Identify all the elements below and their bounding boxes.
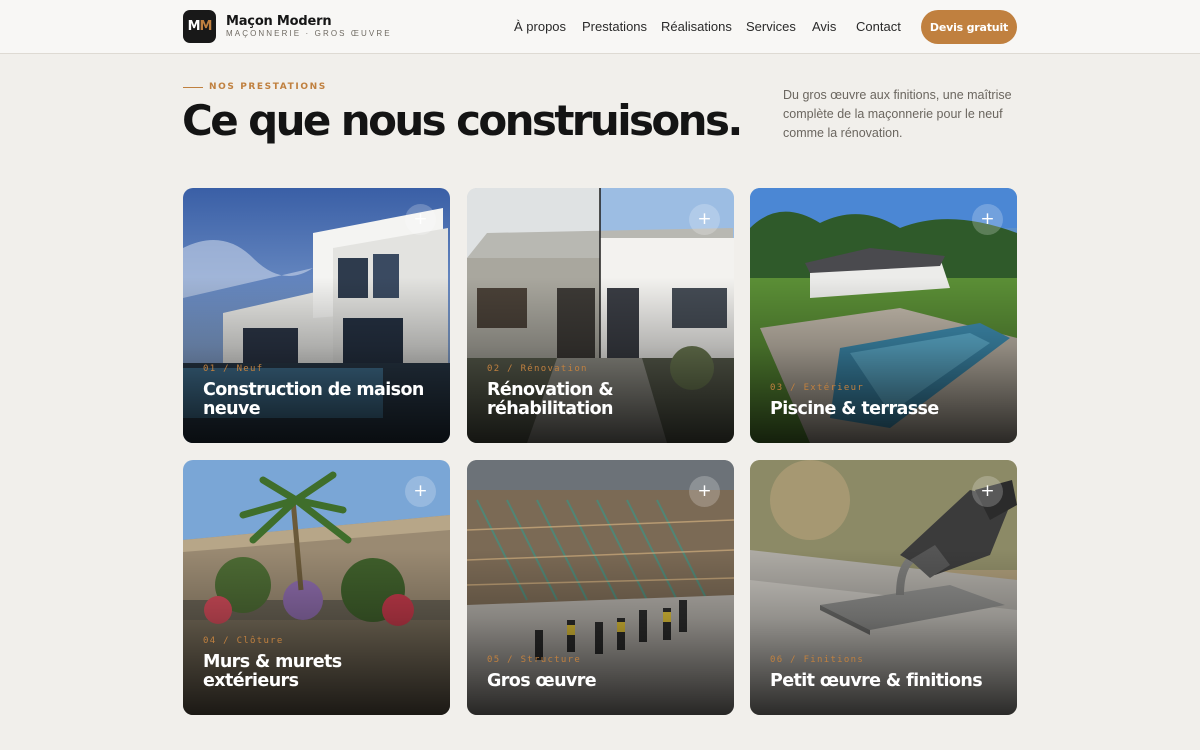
quote-button[interactable]: Devis gratuit bbox=[921, 10, 1017, 44]
card-tag: 04 / Clôture bbox=[203, 636, 284, 646]
nav-link-a-propos[interactable]: À propos bbox=[514, 19, 566, 34]
logo-text: Maçon Modern MAÇONNERIE · GROS ŒUVRE bbox=[226, 15, 392, 38]
card-meta: 03 / Extérieur Piscine & terrasse bbox=[770, 383, 1001, 419]
service-card-finishing[interactable]: + 06 / Finitions Petit œuvre & finitions bbox=[750, 460, 1017, 715]
section-title: Ce que nous construisons. bbox=[182, 96, 743, 145]
plus-icon[interactable]: + bbox=[689, 204, 720, 235]
plus-icon[interactable]: + bbox=[405, 204, 436, 235]
eyebrow-text: NOS PRESTATIONS bbox=[209, 82, 327, 92]
brand-name: Maçon Modern bbox=[226, 14, 332, 29]
logo-mark-letter-1: M bbox=[187, 19, 201, 34]
card-title: Rénovation & réhabilitation bbox=[487, 380, 614, 419]
nav-link-prestations[interactable]: Prestations bbox=[582, 19, 647, 34]
logo-mark-letter-2: M bbox=[199, 19, 213, 34]
card-tag: 06 / Finitions bbox=[770, 655, 865, 665]
nav-link-realisations[interactable]: Réalisations bbox=[661, 19, 732, 34]
card-title: Construction de maison neuve bbox=[203, 380, 424, 419]
card-tag: 03 / Extérieur bbox=[770, 383, 865, 393]
brand-tagline: MAÇONNERIE · GROS ŒUVRE bbox=[226, 29, 392, 38]
card-meta: 02 / Rénovation Rénovation & réhabilitat… bbox=[487, 364, 718, 419]
service-card-construction[interactable]: + 01 / Neuf Construction de maison neuve bbox=[183, 188, 450, 443]
logo-mark: MM bbox=[183, 10, 216, 43]
site-header: MM Maçon Modern MAÇONNERIE · GROS ŒUVRE … bbox=[0, 0, 1200, 54]
nav-link-contact[interactable]: Contact bbox=[856, 19, 901, 34]
nav-link-avis[interactable]: Avis bbox=[812, 19, 836, 34]
card-meta: 04 / Clôture Murs & murets extérieurs bbox=[203, 636, 434, 691]
eyebrow-line bbox=[183, 86, 203, 88]
section-lead: Du gros œuvre aux finitions, une maîtris… bbox=[783, 88, 1012, 140]
card-title: Gros œuvre bbox=[487, 671, 597, 691]
plus-icon[interactable]: + bbox=[689, 476, 720, 507]
plus-icon[interactable]: + bbox=[972, 204, 1003, 235]
service-card-renovation[interactable]: + 02 / Rénovation Rénovation & réhabilit… bbox=[467, 188, 734, 443]
card-tag: 01 / Neuf bbox=[203, 364, 264, 374]
card-tag: 05 / Structure bbox=[487, 655, 582, 665]
plus-icon[interactable]: + bbox=[972, 476, 1003, 507]
card-title: Petit œuvre & finitions bbox=[770, 671, 983, 691]
service-card-structure[interactable]: + 05 / Structure Gros œuvre bbox=[467, 460, 734, 715]
card-title: Piscine & terrasse bbox=[770, 399, 939, 419]
nav-link-services[interactable]: Services bbox=[746, 19, 796, 34]
section-eyebrow: NOS PRESTATIONS bbox=[183, 82, 327, 92]
card-title: Murs & murets extérieurs bbox=[203, 652, 342, 691]
card-meta: 01 / Neuf Construction de maison neuve bbox=[203, 364, 434, 419]
service-card-walls[interactable]: + 04 / Clôture Murs & murets extérieurs bbox=[183, 460, 450, 715]
card-meta: 06 / Finitions Petit œuvre & finitions bbox=[770, 655, 1001, 691]
brand-logo[interactable]: MM Maçon Modern MAÇONNERIE · GROS ŒUVRE bbox=[183, 10, 392, 43]
service-card-pool[interactable]: + 03 / Extérieur Piscine & terrasse bbox=[750, 188, 1017, 443]
card-tag: 02 / Rénovation bbox=[487, 364, 588, 374]
plus-icon[interactable]: + bbox=[405, 476, 436, 507]
card-meta: 05 / Structure Gros œuvre bbox=[487, 655, 718, 691]
